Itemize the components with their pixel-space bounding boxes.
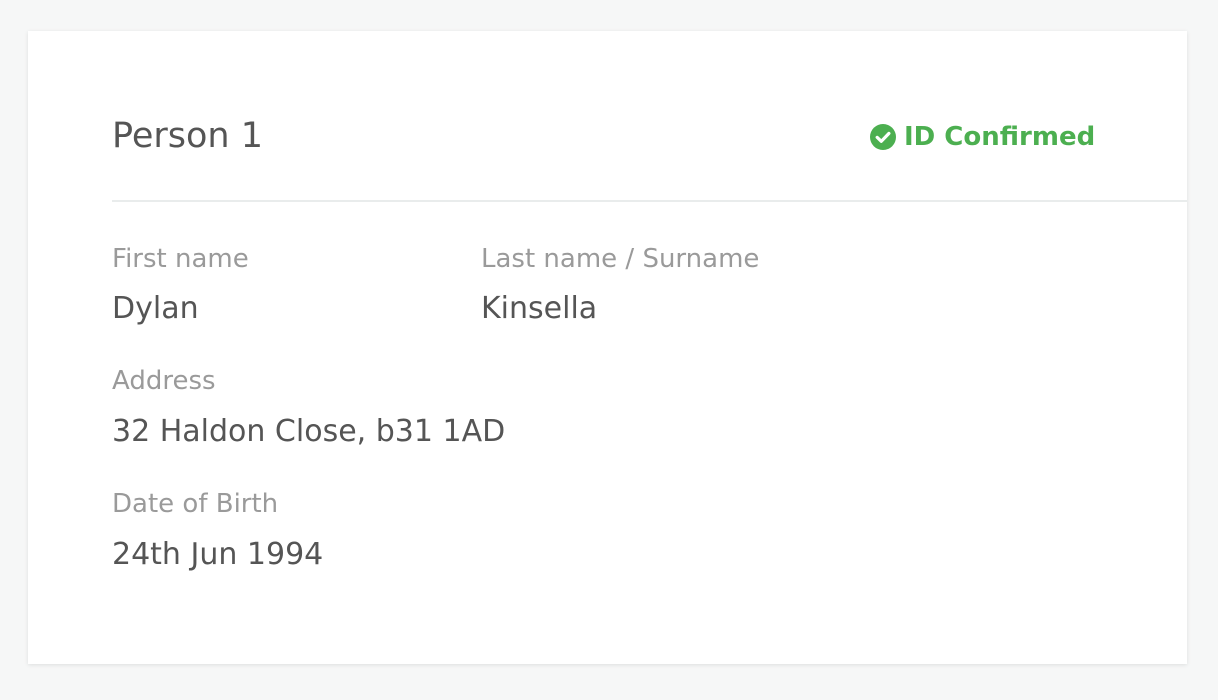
person-card: Person 1 ID Confirmed First name Dylan L… [28,31,1187,664]
dob-value: 24th Jun 1994 [112,537,324,572]
address-value: 32 Haldon Close, b31 1AD [112,414,506,449]
id-status-badge: ID Confirmed [870,121,1095,153]
id-status-label: ID Confirmed [904,122,1096,152]
person-title: Person 1 [112,116,264,156]
first-name-value: Dylan [112,291,199,326]
last-name-label: Last name / Surname [481,244,760,274]
first-name-label: First name [112,244,249,274]
card-header: Person 1 ID Confirmed [112,31,1187,202]
last-name-value: Kinsella [481,291,598,326]
check-circle-icon [870,124,896,150]
dob-label: Date of Birth [112,489,279,519]
address-label: Address [112,366,216,396]
